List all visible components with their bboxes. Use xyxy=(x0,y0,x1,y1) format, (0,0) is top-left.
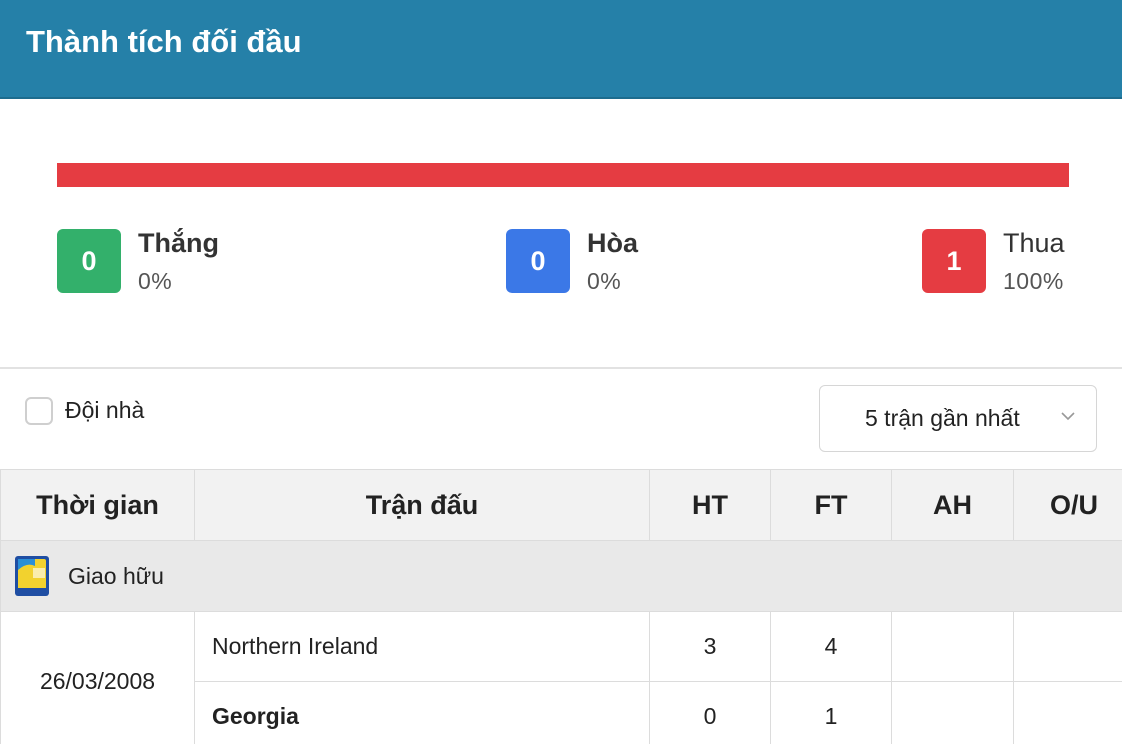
home-ou xyxy=(1013,611,1122,682)
win-label: Thắng xyxy=(138,228,219,258)
table-header-row: Thời gian Trận đấu HT FT AH O/U xyxy=(0,469,1122,541)
chevron-down-icon xyxy=(1061,412,1075,421)
fifa-friendly-logo-icon xyxy=(15,556,49,596)
away-team-name[interactable]: Georgia xyxy=(194,681,650,744)
section-header: Thành tích đối đầu xyxy=(0,0,1122,99)
result-ratio-bar xyxy=(57,163,1069,187)
match-range-value: 5 trận gần nhất xyxy=(865,405,1020,431)
h2h-table: Thời gian Trận đấu HT FT AH O/U Giao hữu… xyxy=(0,469,1122,744)
match-date: 26/03/2008 xyxy=(0,611,195,744)
home-team-name[interactable]: Northern Ireland xyxy=(194,611,650,682)
section-title: Thành tích đối đầu xyxy=(26,24,302,59)
league-group-cell: Giao hữu xyxy=(0,540,1122,612)
lose-percent: 100% xyxy=(1003,268,1064,294)
column-header-ou: O/U xyxy=(1013,469,1122,541)
home-ah xyxy=(891,611,1014,682)
away-ou xyxy=(1013,681,1122,744)
column-header-time: Thời gian xyxy=(0,469,195,541)
win-percent: 0% xyxy=(138,268,173,294)
away-ah xyxy=(891,681,1014,744)
column-header-ht: HT xyxy=(649,469,771,541)
away-ft-score: 1 xyxy=(770,681,892,744)
league-name: Giao hữu xyxy=(68,563,164,589)
league-group-row: Giao hữu xyxy=(0,540,1122,612)
home-ht-score: 3 xyxy=(649,611,771,682)
table-row[interactable]: 26/03/2008 Northern Ireland 3 4 xyxy=(0,611,1122,744)
home-ft-score: 4 xyxy=(770,611,892,682)
column-header-ah: AH xyxy=(891,469,1014,541)
column-header-ft: FT xyxy=(770,469,892,541)
lose-count-badge: 1 xyxy=(922,229,986,293)
draw-percent: 0% xyxy=(587,268,622,294)
win-count-badge: 0 xyxy=(57,229,121,293)
draw-label: Hòa xyxy=(587,228,639,258)
match-range-select[interactable]: 5 trận gần nhất xyxy=(819,385,1097,452)
divider xyxy=(0,367,1122,369)
away-ht-score: 0 xyxy=(649,681,771,744)
draw-count-badge: 0 xyxy=(506,229,570,293)
home-only-label[interactable]: Đội nhà xyxy=(65,397,144,424)
home-only-checkbox[interactable] xyxy=(25,397,53,425)
lose-label: Thua xyxy=(1003,228,1065,258)
column-header-match: Trận đấu xyxy=(194,469,650,541)
